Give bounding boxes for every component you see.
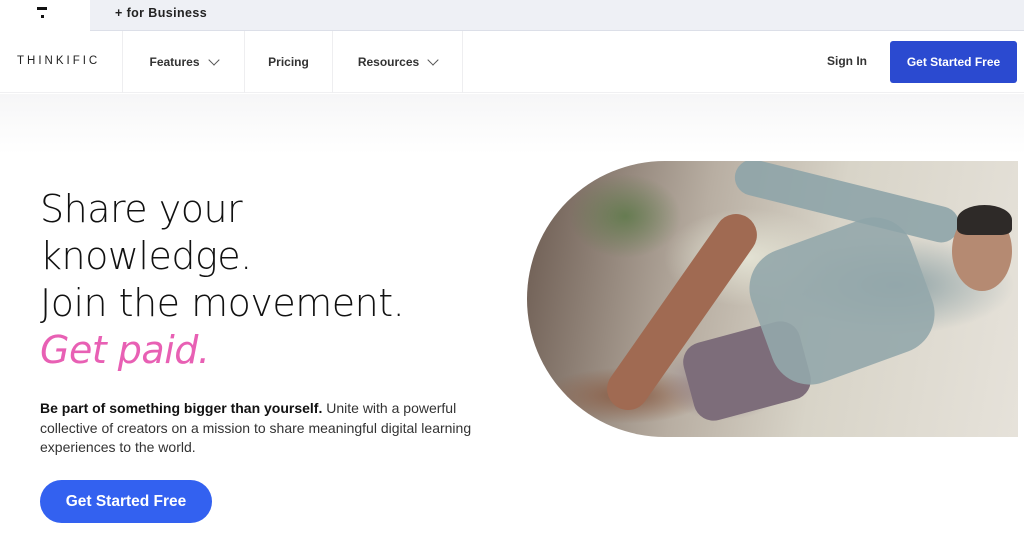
- nav-get-started-button[interactable]: Get Started Free: [890, 41, 1017, 83]
- nav-item-label: Features: [149, 55, 200, 69]
- hero-background: [0, 94, 1024, 154]
- headline-line: Join the movement.: [40, 281, 405, 325]
- nav-item-label: Pricing: [268, 55, 309, 69]
- hero-subtext-bold: Be part of something bigger than yoursel…: [40, 400, 323, 416]
- hero-subtext: Be part of something bigger than yoursel…: [40, 399, 490, 458]
- hero-get-started-button[interactable]: Get Started Free: [40, 480, 212, 523]
- nav-item-label: Resources: [357, 55, 420, 69]
- brand-logo[interactable]: THINKIFIC: [17, 55, 100, 67]
- chevron-down-icon: [427, 54, 439, 66]
- hero-headline: Share your knowledge. Join the movement.…: [40, 186, 405, 374]
- headline-accent: Get paid.: [40, 328, 210, 372]
- nav-item-resources[interactable]: Resources: [332, 31, 463, 93]
- sign-in-link[interactable]: Sign In: [827, 54, 867, 68]
- chevron-down-icon: [207, 54, 220, 66]
- nav-item-features[interactable]: Features: [122, 31, 244, 93]
- for-business-link[interactable]: + for Business: [115, 6, 207, 20]
- nav-item-pricing[interactable]: Pricing: [244, 31, 332, 93]
- home-tab[interactable]: [0, 0, 90, 32]
- headline-line: Share your: [40, 187, 243, 231]
- photo-detail: [957, 205, 1012, 235]
- main-nav: THINKIFIC Features Pricing Resources Sig…: [0, 31, 1024, 93]
- thinkific-mark-icon: [37, 7, 47, 19]
- top-utility-bar: + for Business: [0, 0, 1024, 32]
- headline-line: knowledge.: [40, 234, 252, 278]
- hero-image: [527, 161, 1018, 437]
